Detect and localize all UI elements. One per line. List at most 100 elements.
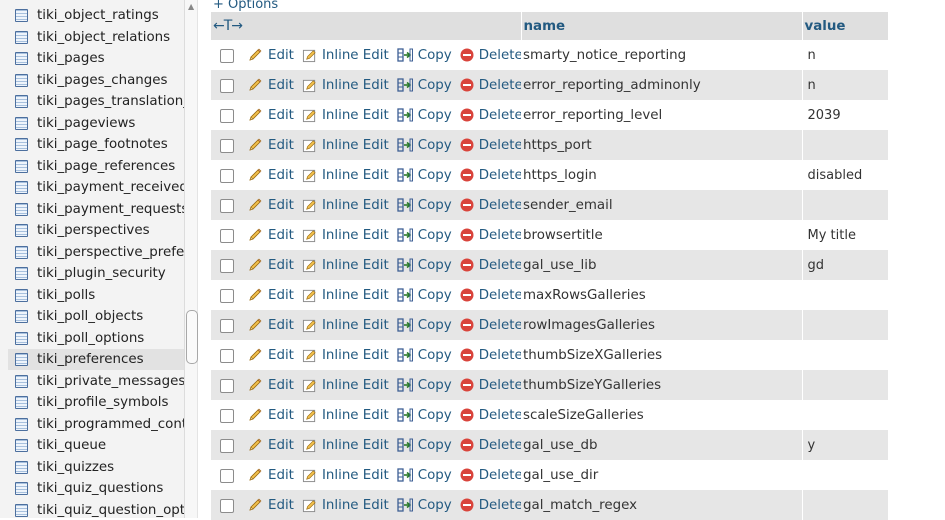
table-icon[interactable] bbox=[15, 160, 28, 173]
copy-label[interactable]: Copy bbox=[418, 498, 452, 513]
row-name-cell[interactable]: https_port bbox=[521, 130, 802, 160]
delete-label[interactable]: Delete bbox=[479, 78, 521, 93]
inline-edit-label[interactable]: Inline Edit bbox=[322, 78, 389, 93]
delete-button[interactable]: Delete bbox=[460, 168, 521, 183]
delete-icon[interactable] bbox=[460, 318, 474, 332]
delete-label[interactable]: Delete bbox=[479, 468, 521, 483]
sidebar-table-label[interactable]: tiki_preferences bbox=[37, 352, 144, 367]
row-name-cell[interactable]: scaleSizeGalleries bbox=[521, 400, 802, 430]
pencil-icon[interactable] bbox=[247, 467, 263, 483]
inline-edit-icon[interactable] bbox=[302, 258, 317, 273]
edit-label[interactable]: Edit bbox=[268, 138, 294, 153]
edit-button[interactable]: Edit bbox=[247, 377, 294, 393]
table-icon[interactable] bbox=[15, 332, 28, 345]
delete-button[interactable]: Delete bbox=[460, 378, 521, 393]
edit-button[interactable]: Edit bbox=[247, 407, 294, 423]
delete-icon[interactable] bbox=[460, 378, 474, 392]
sidebar-table-label[interactable]: tiki_quiz_questions bbox=[37, 481, 163, 496]
copy-button[interactable]: Copy bbox=[397, 227, 452, 243]
sidebar-table-item[interactable]: tiki_programmed_cont bbox=[8, 414, 184, 435]
edit-button[interactable]: Edit bbox=[247, 317, 294, 333]
copy-button[interactable]: Copy bbox=[397, 47, 452, 63]
pencil-icon[interactable] bbox=[247, 407, 263, 423]
inline-edit-label[interactable]: Inline Edit bbox=[322, 348, 389, 363]
table-icon[interactable] bbox=[15, 246, 28, 259]
table-icon[interactable] bbox=[15, 353, 28, 366]
inline-edit-label[interactable]: Inline Edit bbox=[322, 318, 389, 333]
inline-edit-icon[interactable] bbox=[302, 168, 317, 183]
sidebar-table-label[interactable]: tiki_payment_received bbox=[37, 180, 184, 195]
delete-button[interactable]: Delete bbox=[460, 138, 521, 153]
edit-label[interactable]: Edit bbox=[268, 468, 294, 483]
sidebar-table-item[interactable]: tiki_pages bbox=[8, 48, 184, 69]
sidebar-table-item[interactable]: tiki_pageviews bbox=[8, 113, 184, 134]
sidebar-table-label[interactable]: tiki_object_relations bbox=[37, 30, 170, 45]
inline-edit-button[interactable]: Inline Edit bbox=[302, 228, 389, 243]
inline-edit-icon[interactable] bbox=[302, 438, 317, 453]
sidebar-table-label[interactable]: tiki_payment_requests bbox=[37, 202, 184, 217]
row-checkbox[interactable] bbox=[220, 199, 234, 213]
table-icon[interactable] bbox=[15, 461, 28, 474]
pencil-icon[interactable] bbox=[247, 47, 263, 63]
inline-edit-button[interactable]: Inline Edit bbox=[302, 408, 389, 423]
delete-label[interactable]: Delete bbox=[479, 408, 521, 423]
inline-edit-label[interactable]: Inline Edit bbox=[322, 108, 389, 123]
table-icon[interactable] bbox=[15, 396, 28, 409]
copy-button[interactable]: Copy bbox=[397, 257, 452, 273]
pencil-icon[interactable] bbox=[247, 347, 263, 363]
delete-icon[interactable] bbox=[460, 198, 474, 212]
table-icon[interactable] bbox=[15, 224, 28, 237]
row-value-cell[interactable] bbox=[801, 130, 888, 160]
edit-button[interactable]: Edit bbox=[247, 167, 294, 183]
sidebar-table-item[interactable]: tiki_payment_received bbox=[8, 177, 184, 198]
table-icon[interactable] bbox=[15, 418, 28, 431]
copy-button[interactable]: Copy bbox=[397, 287, 452, 303]
inline-edit-button[interactable]: Inline Edit bbox=[302, 108, 389, 123]
sidebar-table-label[interactable]: tiki_quiz_question_opt bbox=[37, 503, 184, 518]
delete-button[interactable]: Delete bbox=[460, 498, 521, 513]
inline-edit-label[interactable]: Inline Edit bbox=[322, 48, 389, 63]
table-icon[interactable] bbox=[15, 203, 28, 216]
table-icon[interactable] bbox=[15, 310, 28, 323]
delete-icon[interactable] bbox=[460, 468, 474, 482]
inline-edit-icon[interactable] bbox=[302, 78, 317, 93]
row-value-cell[interactable] bbox=[801, 310, 888, 340]
table-icon[interactable] bbox=[15, 375, 28, 388]
inline-edit-label[interactable]: Inline Edit bbox=[322, 228, 389, 243]
delete-label[interactable]: Delete bbox=[479, 198, 521, 213]
table-icon[interactable] bbox=[15, 439, 28, 452]
sidebar-table-item[interactable]: tiki_private_messages bbox=[8, 371, 184, 392]
copy-icon[interactable] bbox=[397, 467, 413, 483]
copy-button[interactable]: Copy bbox=[397, 77, 452, 93]
inline-edit-label[interactable]: Inline Edit bbox=[322, 258, 389, 273]
copy-label[interactable]: Copy bbox=[418, 348, 452, 363]
inline-edit-icon[interactable] bbox=[302, 288, 317, 303]
sidebar-scrollbar[interactable]: ▲ bbox=[184, 0, 198, 518]
inline-edit-button[interactable]: Inline Edit bbox=[302, 348, 389, 363]
row-name-cell[interactable]: thumbSizeXGalleries bbox=[521, 340, 802, 370]
delete-button[interactable]: Delete bbox=[460, 288, 521, 303]
sidebar-table-label[interactable]: tiki_pageviews bbox=[37, 116, 135, 131]
row-name-cell[interactable]: rowImagesGalleries bbox=[521, 310, 802, 340]
delete-icon[interactable] bbox=[460, 108, 474, 122]
options-link[interactable]: + Options bbox=[213, 0, 278, 12]
copy-button[interactable]: Copy bbox=[397, 137, 452, 153]
copy-icon[interactable] bbox=[397, 227, 413, 243]
copy-label[interactable]: Copy bbox=[418, 378, 452, 393]
table-icon[interactable] bbox=[15, 117, 28, 130]
row-value-cell[interactable] bbox=[801, 190, 888, 220]
pencil-icon[interactable] bbox=[247, 137, 263, 153]
edit-label[interactable]: Edit bbox=[268, 228, 294, 243]
copy-label[interactable]: Copy bbox=[418, 228, 452, 243]
edit-label[interactable]: Edit bbox=[268, 288, 294, 303]
edit-button[interactable]: Edit bbox=[247, 257, 294, 273]
copy-icon[interactable] bbox=[397, 317, 413, 333]
column-arrows-header[interactable]: ←T→ bbox=[211, 12, 522, 40]
table-icon[interactable] bbox=[15, 74, 28, 87]
row-checkbox[interactable] bbox=[220, 499, 234, 513]
sidebar-table-label[interactable]: tiki_page_footnotes bbox=[37, 137, 168, 152]
sidebar-table-item[interactable]: tiki_quiz_question_opt bbox=[8, 500, 184, 518]
delete-icon[interactable] bbox=[460, 258, 474, 272]
delete-button[interactable]: Delete bbox=[460, 78, 521, 93]
edit-label[interactable]: Edit bbox=[268, 498, 294, 513]
